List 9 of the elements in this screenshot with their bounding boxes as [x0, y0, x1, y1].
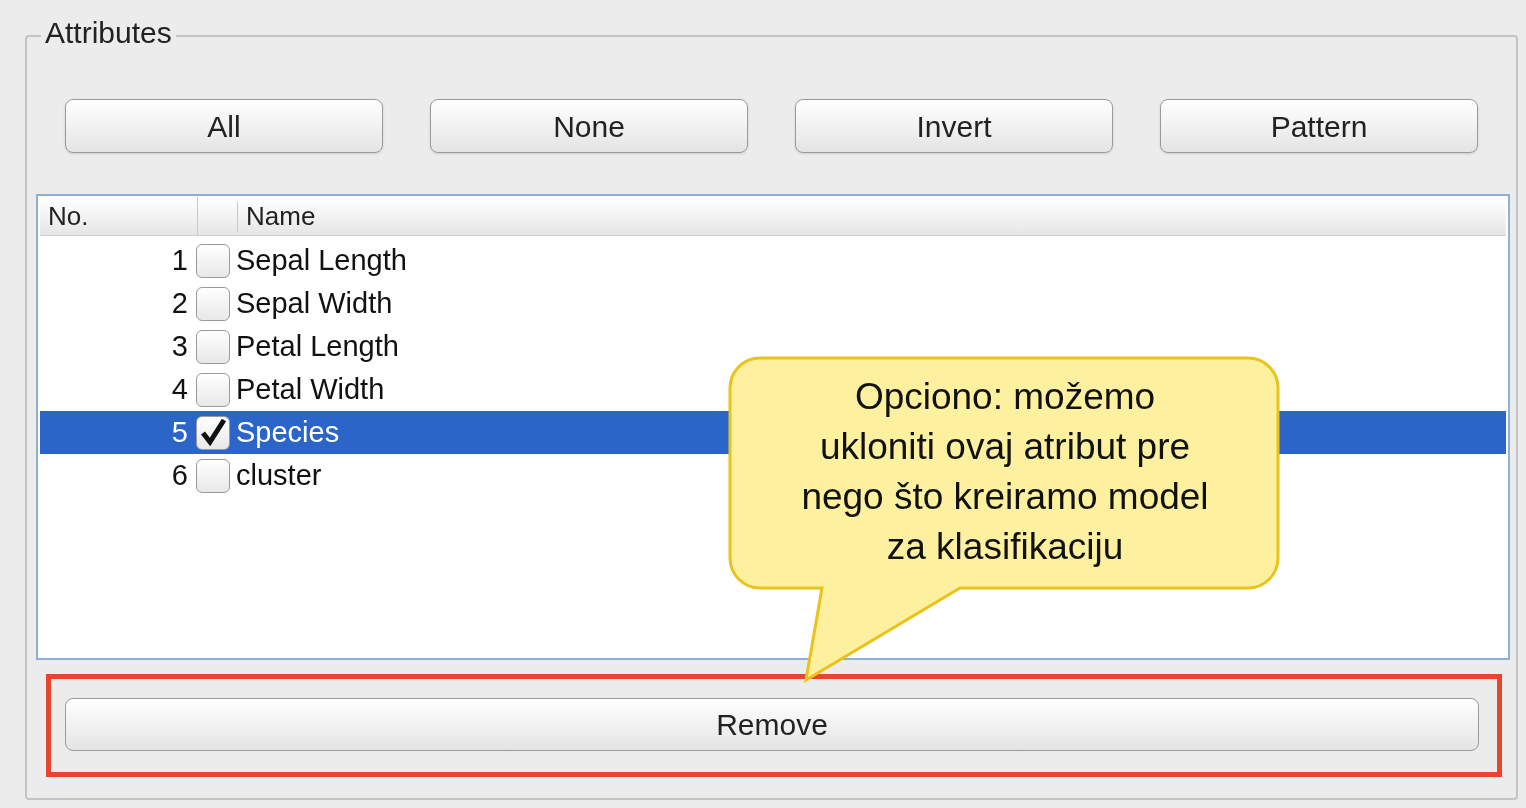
row-number: 6: [170, 457, 189, 493]
row-number: 3: [170, 328, 189, 364]
row-number: 1: [170, 242, 189, 278]
row-number: 4: [170, 371, 189, 407]
column-header: Name: [245, 200, 316, 233]
callout-text: Opciono: možemo ukloniti ovaj atribut pre nego što kreiramo model za klasifikaciju: [800, 375, 1210, 569]
column-header: No.: [40, 197, 198, 236]
row-number: 2: [170, 285, 189, 321]
row-number: 5: [170, 414, 189, 450]
